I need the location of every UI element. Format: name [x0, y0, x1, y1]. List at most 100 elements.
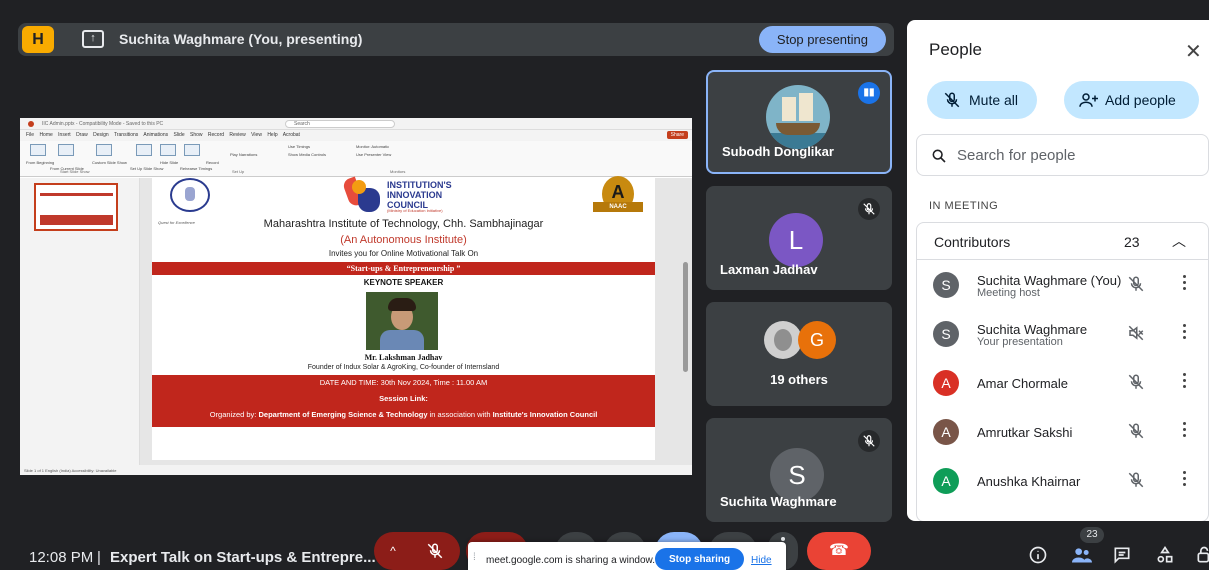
mute-all-button[interactable]: Mute all [927, 81, 1037, 119]
separator: | [97, 549, 101, 566]
avatar: A [933, 419, 959, 445]
slide-thumbnails [20, 178, 140, 465]
invites-text: Invites you for Online Motivational Talk… [328, 249, 479, 258]
participant-role: Meeting host [977, 287, 1040, 299]
people-panel: People ✕ Mute all Add people IN MEETING … [907, 20, 1209, 521]
participant-row[interactable]: A Anushka Khairnar [917, 456, 1209, 506]
chevron-up-icon[interactable]: ︿ [1172, 231, 1186, 251]
thumbnail-bar [40, 215, 113, 225]
participant-role: Your presentation [977, 336, 1063, 348]
more-vert-icon[interactable] [1183, 373, 1187, 389]
iic-logo [341, 176, 384, 214]
ribbon-record: Record [206, 160, 219, 165]
meeting-title: Expert Talk on Start-ups & Entrepre... [110, 549, 376, 566]
speaking-indicator-icon: ▮▮ [858, 82, 880, 104]
close-icon[interactable]: ✕ [1185, 39, 1202, 64]
participant-row[interactable]: A Amrutkar Sakshi [917, 407, 1209, 457]
mic-off-icon[interactable] [1127, 275, 1145, 298]
mic-toggle-button[interactable] [412, 532, 460, 570]
mic-off-icon[interactable] [1127, 471, 1145, 494]
clock: 12:08 PM [29, 549, 94, 566]
participant-row[interactable]: S Suchita Waghmare Your presentation [917, 309, 1209, 359]
rehearse-icon [184, 144, 200, 156]
organized-by: Organized by: Department of Emerging Sci… [152, 407, 655, 423]
participant-tile[interactable]: ▮▮ Subodh Donglikar [706, 70, 892, 174]
organized-dept: Department of Emerging Science & Technol… [258, 410, 428, 419]
avatar: G [798, 321, 836, 359]
talk-topic: “Start-ups & Entrepreneurship ” [152, 262, 655, 275]
ribbon-group-start: Start Slide Show [60, 169, 90, 174]
iic-line-1: INSTITUTION'S [387, 180, 452, 190]
avatar: L [769, 213, 823, 267]
more-vert-icon[interactable] [1183, 422, 1187, 438]
end-call-button[interactable]: ☎ [807, 532, 871, 570]
naac-label: NAAC [593, 202, 643, 212]
chat-icon[interactable] [1112, 545, 1132, 565]
institute-seal [170, 178, 210, 212]
participant-name: Suchita Waghmare (You) [977, 273, 1122, 288]
mic-off-icon[interactable] [1127, 422, 1145, 445]
from-current-icon [58, 144, 74, 156]
mic-off-icon [858, 430, 880, 452]
people-icon[interactable] [1070, 545, 1094, 565]
participant-tile[interactable]: L Laxman Jadhav [706, 186, 892, 290]
participant-name: Suchita Waghmare [977, 322, 1088, 337]
ppt-ribbon: From Beginning From Current Slide Custom… [20, 141, 692, 177]
avatar: A [933, 370, 959, 396]
people-count-badge: 23 [1080, 527, 1104, 543]
thumbnail-bar [40, 193, 113, 196]
audio-options-button[interactable]: ^ [374, 532, 412, 570]
ribbon-setup: Set Up Slide Show [130, 166, 164, 171]
activities-icon[interactable] [1155, 545, 1175, 565]
sharing-message: meet.google.com is sharing a window. [486, 555, 655, 566]
contributors-header[interactable]: Contributors 23 ︿ [917, 223, 1209, 260]
participant-name: Amrutkar Sakshi [977, 425, 1073, 440]
ribbon-presenter-view: Use Presenter View [356, 152, 392, 157]
ribbon-custom: Custom Slide Show [92, 160, 127, 165]
avatar: A [933, 468, 959, 494]
section-heading: IN MEETING [929, 200, 999, 212]
audio-off-icon[interactable] [1127, 324, 1145, 347]
autonomous-label: (An Autonomous Institute) [340, 234, 467, 246]
ribbon-hide: Hide Slide [160, 160, 179, 165]
mic-off-icon [858, 198, 880, 220]
participant-row[interactable]: A Amar Chormale [917, 358, 1209, 408]
stop-sharing-button[interactable]: Stop sharing [655, 548, 745, 570]
contributors-count: 23 [1124, 234, 1140, 250]
ship-avatar [766, 85, 830, 149]
shared-screen: IIC Admin.pptx - Compatibility Mode - Sa… [20, 118, 692, 475]
from-beginning-icon [30, 144, 46, 156]
participant-tile[interactable]: S Suchita Waghmare [706, 418, 892, 522]
panel-title: People [929, 40, 982, 59]
info-icon[interactable] [1028, 545, 1048, 565]
lock-icon[interactable] [1196, 545, 1209, 565]
mic-off-icon[interactable] [1127, 373, 1145, 396]
organized-iic: Institute's Innovation Council [492, 410, 598, 419]
ribbon-group-setup: Set Up [232, 169, 245, 174]
hide-link[interactable]: Hide [751, 555, 772, 566]
participant-name: Subodh Donglikar [722, 144, 834, 159]
session-link: Session Link: [379, 394, 428, 403]
stop-presenting-button[interactable]: Stop presenting [758, 26, 886, 53]
ppt-titlebar: IIC Admin.pptx - Compatibility Mode - Sa… [20, 118, 692, 130]
iic-title: INSTITUTION'S INNOVATION COUNCIL [387, 180, 452, 210]
iic-subtitle: (Ministry of Education Initiative) [387, 208, 443, 213]
participant-row[interactable]: S Suchita Waghmare (You) Meeting host [917, 260, 1209, 310]
contributors-label: Contributors [934, 234, 1011, 250]
ppt-menu-bar: File Home Insert Draw Design Transitions… [20, 130, 692, 141]
organized-mid: in association with [427, 410, 493, 419]
others-tile[interactable]: G 19 others [706, 302, 892, 406]
keynote-heading: KEYNOTE SPEAKER [363, 278, 444, 287]
ppt-menu-items: File Home Insert Draw Design Transitions… [26, 132, 300, 138]
speaker-role: Founder of Indux Solar & AgroKing, Co-fo… [307, 364, 500, 371]
add-people-button[interactable]: Add people [1064, 81, 1199, 119]
more-vert-icon[interactable] [1183, 275, 1187, 291]
search-people-input[interactable] [957, 144, 1197, 166]
slide-scrollbar [683, 182, 688, 460]
organized-prefix: Organized by: [209, 410, 259, 419]
more-vert-icon[interactable] [1183, 471, 1187, 487]
drag-handle-icon[interactable]: ⁞ [473, 552, 476, 563]
event-date-time: DATE AND TIME: 30th Nov 2024, Time : 11.… [319, 378, 488, 387]
ribbon-use-timings: Use Timings [288, 144, 311, 149]
more-vert-icon[interactable] [1183, 324, 1187, 340]
